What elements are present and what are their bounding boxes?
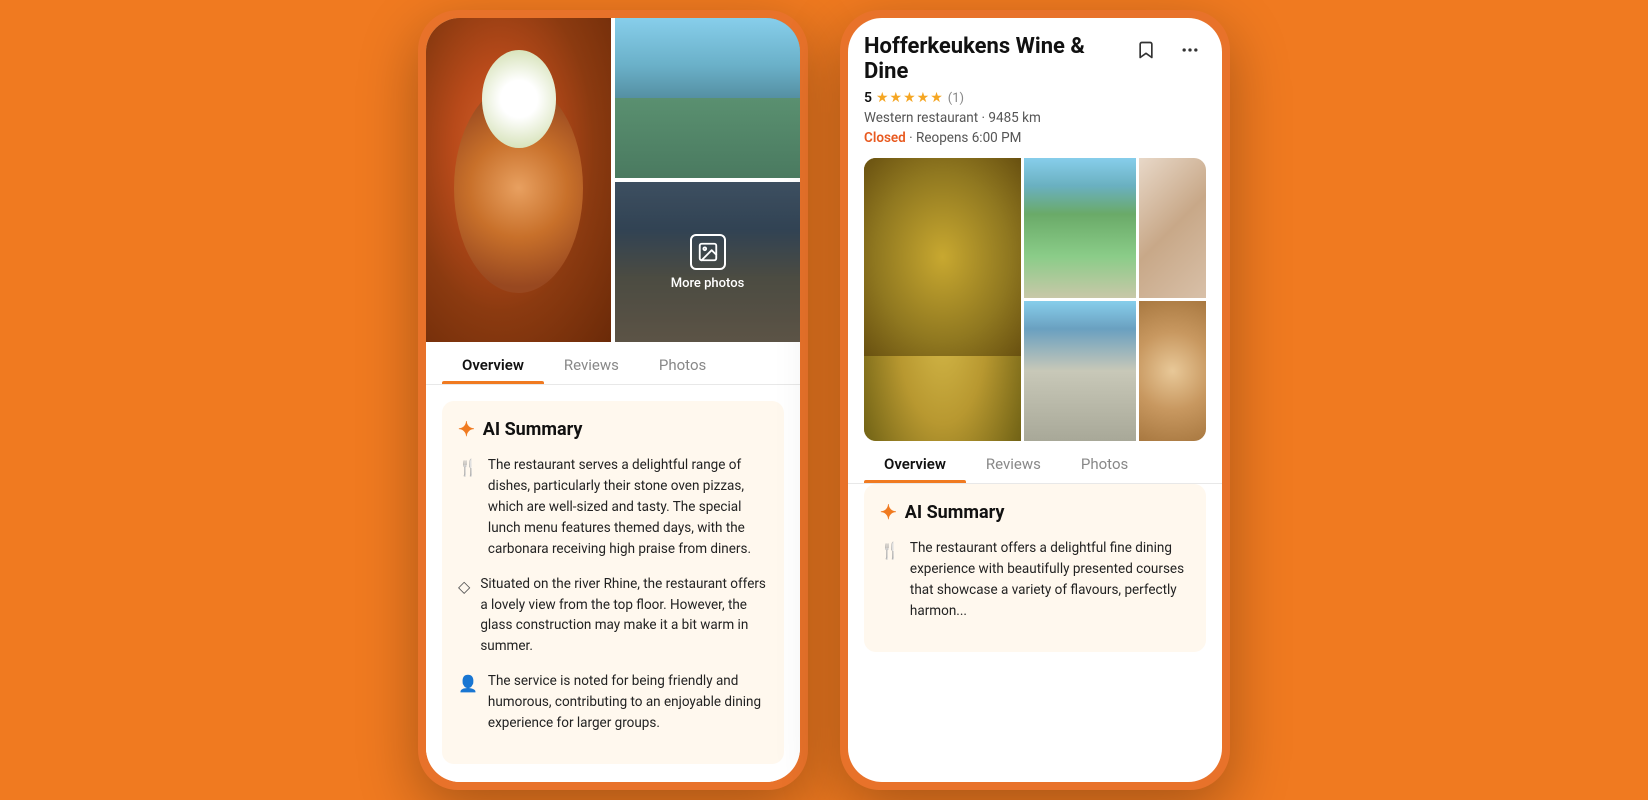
tab-reviews[interactable]: Reviews	[544, 342, 639, 384]
rating-number: 5	[864, 90, 872, 106]
image-icon	[690, 234, 726, 270]
summary-text-service: The service is noted for being friendly …	[488, 671, 768, 734]
right-fork-knife-icon: 🍴	[880, 539, 900, 622]
restaurant-header: Hofferkeukens Wine & Dine 5 ★★★★★ (1) We…	[848, 18, 1222, 158]
round-food-photo	[1139, 301, 1206, 441]
bookmark-button[interactable]	[1130, 34, 1162, 66]
right-phone: Hofferkeukens Wine & Dine 5 ★★★★★ (1) We…	[840, 10, 1230, 790]
photo-grid: More photos	[426, 18, 800, 342]
more-options-button[interactable]	[1174, 34, 1206, 66]
stars: ★★★★★	[876, 90, 944, 106]
right-ai-summary-title: ✦ AI Summary	[880, 500, 1190, 524]
header-icons	[1130, 34, 1206, 66]
diamond-icon: ◇	[458, 575, 470, 658]
restaurant-name: Hofferkeukens Wine & Dine	[864, 34, 1122, 84]
summary-text-location: Situated on the river Rhine, the restaur…	[480, 574, 768, 658]
closed-badge: Closed	[864, 130, 906, 146]
tabs-row: Overview Reviews Photos	[426, 342, 800, 385]
distance: 9485 km	[988, 110, 1040, 126]
right-photo-grid	[864, 158, 1206, 441]
person-icon: 👤	[458, 672, 478, 734]
category: Western restaurant	[864, 110, 978, 126]
right-content: ✦ AI Summary 🍴 The restaurant offers a d…	[848, 484, 1222, 782]
building-photo	[1024, 301, 1136, 441]
right-tabs-row: Overview Reviews Photos	[848, 441, 1222, 484]
right-tab-reviews[interactable]: Reviews	[966, 441, 1061, 483]
right-tab-photos[interactable]: Photos	[1061, 441, 1148, 483]
ai-summary-box: ✦ AI Summary 🍴 The restaurant serves a d…	[442, 401, 784, 764]
interior-photo	[615, 18, 800, 178]
pizza-photo	[426, 18, 611, 342]
more-photos-label: More photos	[671, 276, 745, 291]
tags-row: # Lunch specials # Pasta # Pizza # River…	[442, 780, 784, 782]
left-phone: More photos Overview Reviews Photos ✦ AI…	[418, 10, 808, 790]
right-summary-item: 🍴 The restaurant offers a delightful fin…	[880, 538, 1190, 622]
content-area: ✦ AI Summary 🍴 The restaurant serves a d…	[426, 385, 800, 782]
ai-summary-title: ✦ AI Summary	[458, 417, 768, 441]
right-summary-text: The restaurant offers a delightful fine …	[910, 538, 1190, 622]
reopen-time: Reopens 6:00 PM	[916, 130, 1021, 146]
bowl-photo	[1139, 158, 1206, 298]
right-sparkle-icon: ✦	[880, 500, 897, 524]
right-ai-summary-box: ✦ AI Summary 🍴 The restaurant offers a d…	[864, 484, 1206, 652]
food-photo-main	[864, 158, 1021, 441]
summary-item-location: ◇ Situated on the river Rhine, the resta…	[458, 574, 768, 658]
summary-item-food: 🍴 The restaurant serves a delightful ran…	[458, 455, 768, 560]
right-tab-overview[interactable]: Overview	[864, 441, 966, 483]
more-photos-button[interactable]: More photos	[615, 182, 800, 342]
summary-text-food: The restaurant serves a delightful range…	[488, 455, 768, 560]
rating-row: 5 ★★★★★ (1)	[864, 90, 1122, 106]
tab-photos[interactable]: Photos	[639, 342, 726, 384]
summary-item-service: 👤 The service is noted for being friendl…	[458, 671, 768, 734]
fork-knife-icon: 🍴	[458, 456, 478, 560]
garden-photo	[1024, 158, 1136, 298]
right-screen: Hofferkeukens Wine & Dine 5 ★★★★★ (1) We…	[848, 18, 1222, 782]
status-row: Closed · Reopens 6:00 PM	[864, 130, 1122, 146]
sparkle-icon: ✦	[458, 417, 475, 441]
left-screen: More photos Overview Reviews Photos ✦ AI…	[426, 18, 800, 782]
tab-overview[interactable]: Overview	[442, 342, 544, 384]
meta-row: Western restaurant · 9485 km	[864, 110, 1122, 126]
review-count: (1)	[948, 91, 964, 106]
